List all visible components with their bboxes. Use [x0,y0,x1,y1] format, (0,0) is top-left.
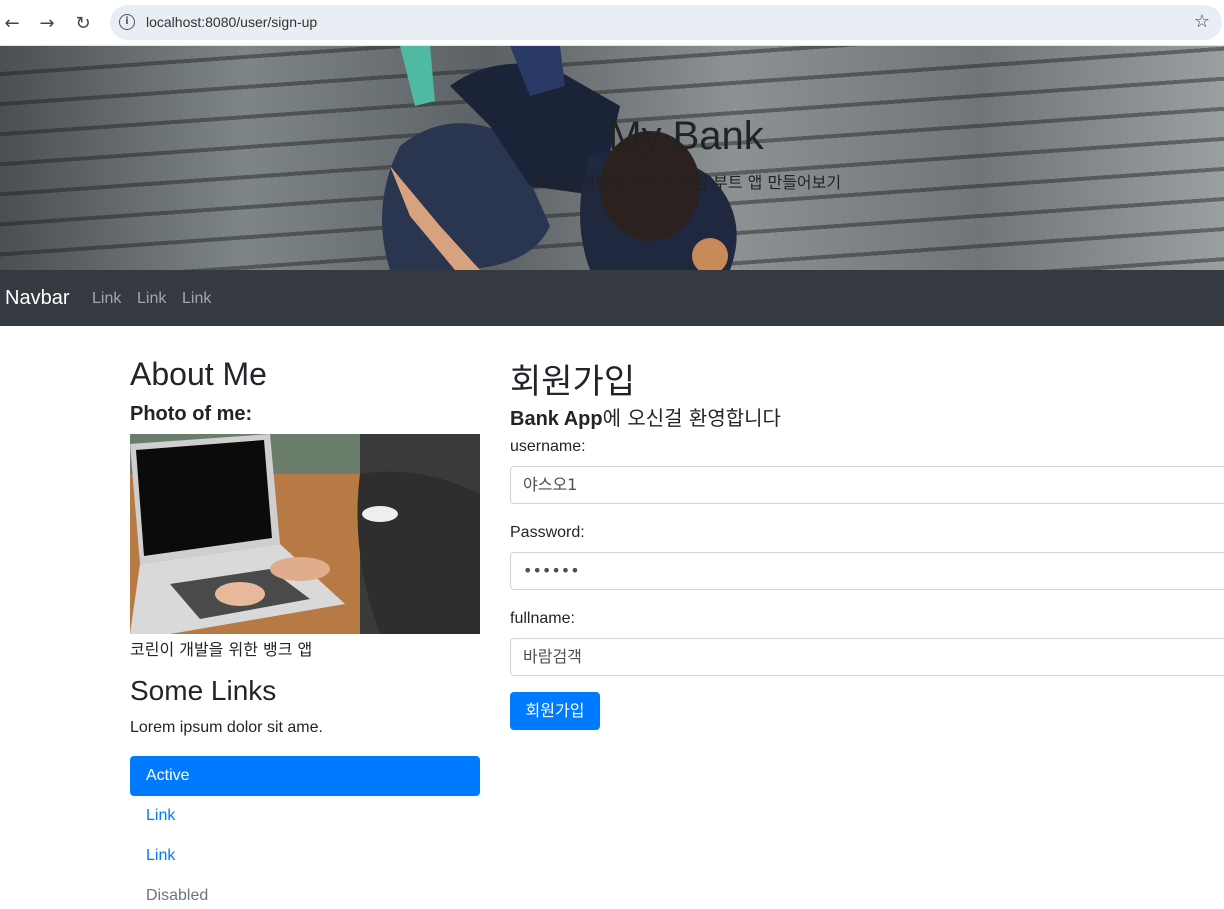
back-icon[interactable]: ← [0,11,24,35]
password-label: Password: [510,524,585,541]
welcome-heading: Bank App에 오신걸 환영합니다 [510,402,781,431]
navbar-link-1[interactable]: Link [92,290,121,308]
fullname-label: fullname: [510,610,575,627]
signup-title: 회원가입 [510,362,636,402]
photo-heading: Photo of me: [130,403,253,425]
pill-link-2[interactable]: Link [130,836,480,876]
top-navbar: Navbar Link Link Link [0,270,1224,326]
bookmark-star-icon[interactable]: ☆ [1194,11,1210,32]
hero-title: My Bank [608,114,764,158]
signup-submit-button[interactable]: 회원가입 [510,692,600,730]
navbar-link-2[interactable]: Link [137,290,166,308]
navbar-link-3[interactable]: Link [182,290,211,308]
navbar-brand[interactable]: Navbar [5,287,69,310]
forward-icon[interactable]: → [35,11,59,35]
about-me-heading: About Me [130,356,267,392]
links-description: Lorem ipsum dolor sit ame. [130,719,323,736]
password-input[interactable]: •••••• [510,552,1224,590]
hero-subtitle: 코린이 개발을 위한 스프링 부트 앱 만들어보기 [530,173,842,192]
welcome-app-name: Bank App [510,408,603,430]
welcome-text: 에 오신걸 환영합니다 [602,406,781,430]
address-bar[interactable]: i localhost:8080/user/sign-up ☆ [110,5,1222,40]
browser-toolbar: ← → ↻ i localhost:8080/user/sign-up ☆ [0,0,1224,46]
info-icon[interactable]: i [119,14,135,30]
photo-caption: 코린이 개발을 위한 뱅크 앱 [130,640,313,659]
username-input[interactable]: 야스오1 [510,466,1224,504]
fullname-input[interactable]: 바람검객 [510,638,1224,676]
some-links-heading: Some Links [130,675,277,706]
profile-photo [130,434,480,634]
pill-disabled: Disabled [146,887,209,904]
username-label: username: [510,438,586,455]
url-text[interactable]: localhost:8080/user/sign-up [146,14,317,30]
pill-active[interactable]: Active [130,756,480,796]
hero-banner: My Bank 코린이 개발을 위한 스프링 부트 앱 만들어보기 [0,46,1224,270]
pill-link-1[interactable]: Link [130,796,480,836]
reload-icon[interactable]: ↻ [71,11,95,35]
